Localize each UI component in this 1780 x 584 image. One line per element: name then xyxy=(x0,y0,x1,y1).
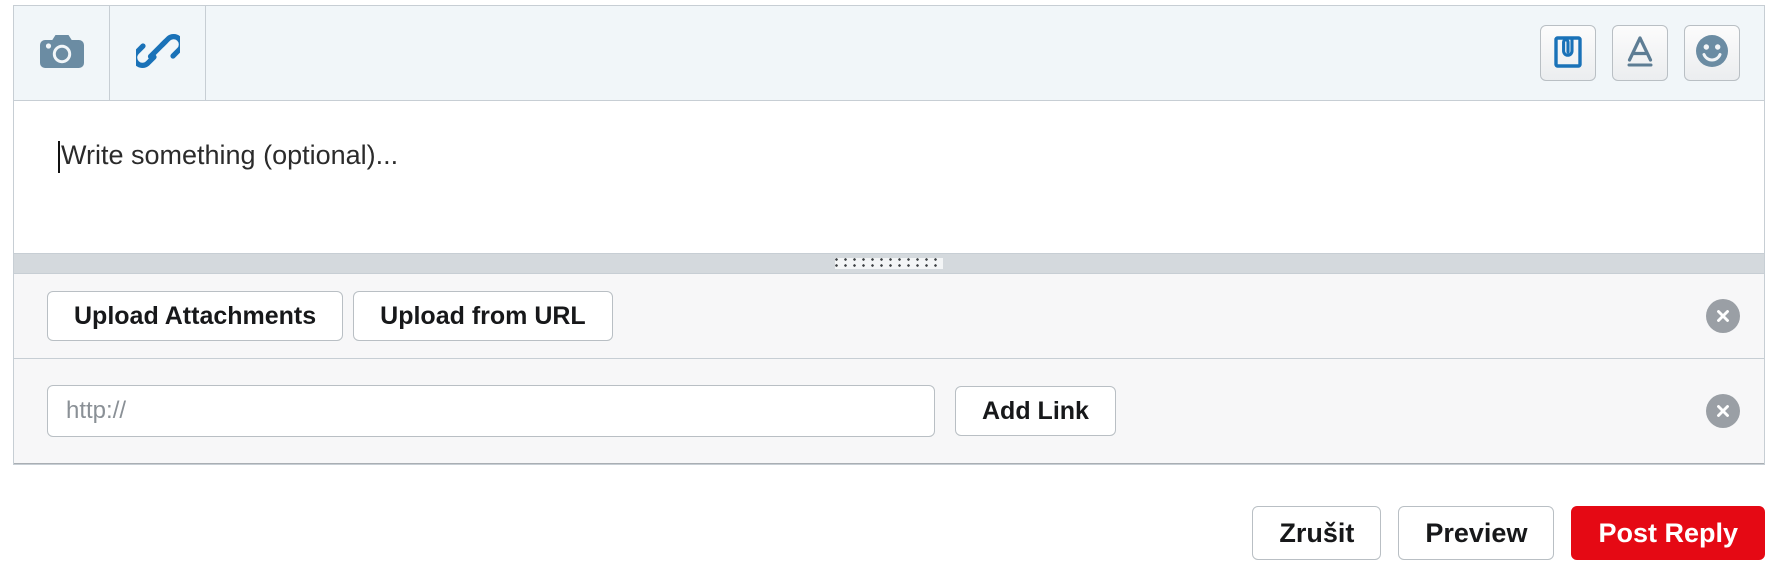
link-row: Add Link xyxy=(14,359,1764,464)
close-attachments-row-button[interactable] xyxy=(1706,299,1740,333)
editor-toolbar xyxy=(14,6,1764,101)
upload-attachments-button[interactable]: Upload Attachments xyxy=(47,291,344,341)
post-reply-button[interactable]: Post Reply xyxy=(1571,506,1765,560)
close-icon xyxy=(1717,405,1729,417)
clipboard-attachment-icon-button[interactable] xyxy=(1540,25,1596,81)
resize-grip-dots xyxy=(835,258,943,269)
reply-editor-screen: Write something (optional)... Upload Att… xyxy=(0,0,1780,584)
resize-grip[interactable] xyxy=(14,253,1764,274)
close-icon xyxy=(1717,310,1729,322)
link-icon xyxy=(131,31,184,76)
toolbar-right-group xyxy=(1540,6,1764,100)
message-compose-area[interactable]: Write something (optional)... xyxy=(14,101,1764,253)
url-input[interactable] xyxy=(47,385,935,437)
emoji-icon-button[interactable] xyxy=(1684,25,1740,81)
emoji-icon xyxy=(1694,33,1730,74)
text-format-icon xyxy=(1624,34,1656,73)
close-link-row-button[interactable] xyxy=(1706,394,1740,428)
preview-button[interactable]: Preview xyxy=(1398,506,1555,560)
compose-placeholder: Write something (optional)... xyxy=(61,140,399,170)
editor-actions: Zrušit Preview Post Reply xyxy=(1252,506,1765,560)
text-cursor xyxy=(58,141,60,173)
add-link-button[interactable]: Add Link xyxy=(955,386,1116,436)
toolbar-left-group xyxy=(14,6,206,100)
reply-editor: Write something (optional)... Upload Att… xyxy=(13,5,1765,465)
camera-icon xyxy=(39,32,85,75)
link-icon-button[interactable] xyxy=(110,6,206,100)
text-format-icon-button[interactable] xyxy=(1612,25,1668,81)
clipboard-attachment-icon xyxy=(1553,34,1583,73)
camera-icon-button[interactable] xyxy=(14,6,110,100)
upload-from-url-button[interactable]: Upload from URL xyxy=(353,291,613,341)
cancel-button[interactable]: Zrušit xyxy=(1252,506,1382,560)
attachments-row: Upload Attachments Upload from URL xyxy=(14,274,1764,359)
